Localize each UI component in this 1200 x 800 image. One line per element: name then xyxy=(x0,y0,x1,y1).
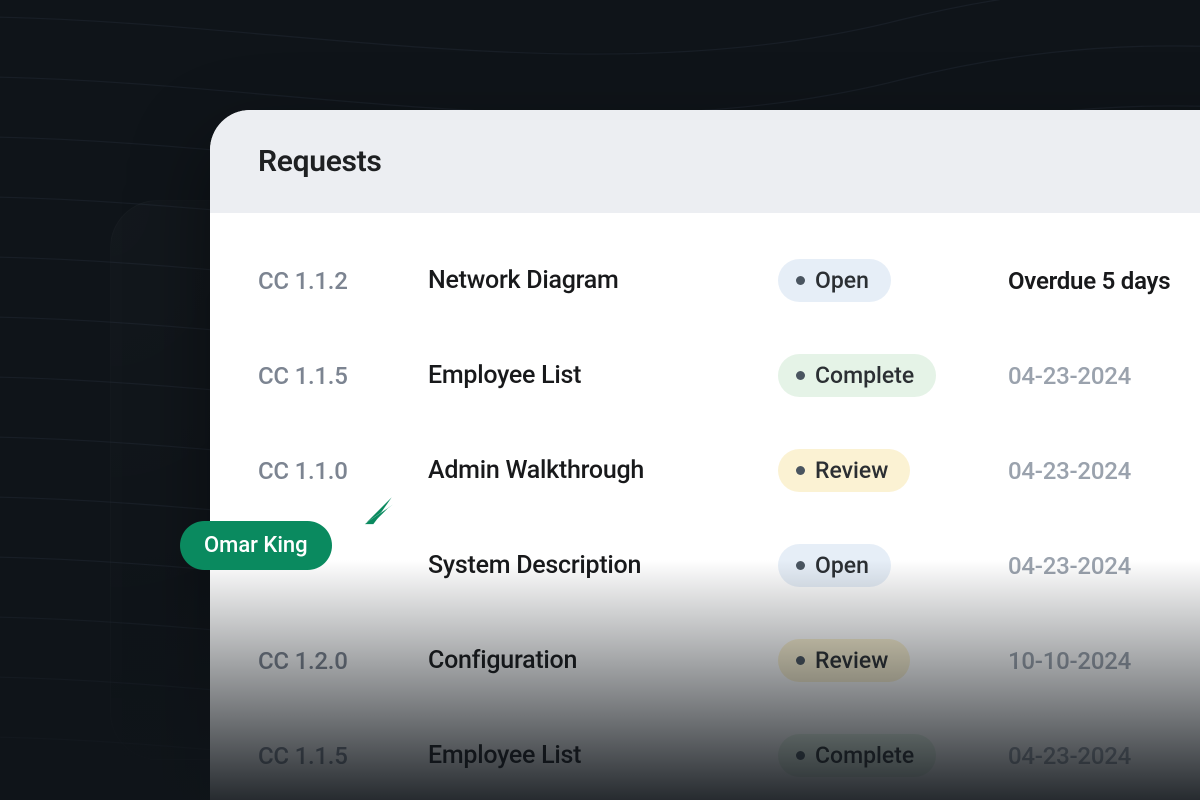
table-row[interactable]: System Description Open 04-23-2024 xyxy=(210,518,1200,613)
date-label: 04-23-2024 xyxy=(1008,742,1200,770)
status-badge: Review xyxy=(778,449,910,492)
collaborator-cursor: Omar King xyxy=(180,493,332,570)
cursor-arrow-icon xyxy=(362,493,396,527)
request-title: Admin Walkthrough xyxy=(428,456,768,485)
table-row[interactable]: CC 1.1.0 Admin Walkthrough Review 04-23-202… xyxy=(210,423,1200,518)
request-code: CC 1.1.5 xyxy=(258,742,418,770)
request-title: Configuration xyxy=(428,646,768,675)
status-dot-icon xyxy=(796,561,805,570)
request-title: System Description xyxy=(428,551,768,580)
request-code: CC 1.2.0 xyxy=(258,647,418,675)
status-label: Open xyxy=(815,267,869,294)
status-dot-icon xyxy=(796,466,805,475)
status-label: Review xyxy=(815,457,888,484)
page-title: Requests xyxy=(258,144,1200,179)
status-badge: Complete xyxy=(778,734,936,777)
status-dot-icon xyxy=(796,751,805,760)
table-row[interactable]: CC 1.1.5 Employee List Complete 04-23-2024 xyxy=(210,708,1200,800)
status-label: Complete xyxy=(815,742,914,769)
date-label: 04-23-2024 xyxy=(1008,457,1200,485)
requests-card: Requests CC 1.1.2 Network Diagram Open Over… xyxy=(210,110,1200,800)
status-badge: Review xyxy=(778,639,910,682)
date-label: 04-23-2024 xyxy=(1008,552,1200,580)
overdue-label: Overdue 5 days xyxy=(1008,267,1200,295)
table-row[interactable]: CC 1.1.5 Employee List Complete 04-23-2024 xyxy=(210,328,1200,423)
request-title: Network Diagram xyxy=(428,266,768,295)
status-label: Open xyxy=(815,552,869,579)
request-code: CC 1.1.0 xyxy=(258,457,418,485)
status-badge: Open xyxy=(778,259,891,302)
table-row[interactable]: CC 1.2.0 Configuration Review 10-10-2024 xyxy=(210,613,1200,708)
request-code: CC 1.1.5 xyxy=(258,362,418,390)
collaborator-name-badge: Omar King xyxy=(180,521,332,570)
status-label: Complete xyxy=(815,362,914,389)
request-title: Employee List xyxy=(428,741,768,770)
status-dot-icon xyxy=(796,276,805,285)
status-dot-icon xyxy=(796,371,805,380)
date-label: 04-23-2024 xyxy=(1008,362,1200,390)
date-label: 10-10-2024 xyxy=(1008,647,1200,675)
status-dot-icon xyxy=(796,656,805,665)
card-header: Requests xyxy=(210,110,1200,213)
request-code: CC 1.1.2 xyxy=(258,267,418,295)
status-badge: Open xyxy=(778,544,891,587)
request-title: Employee List xyxy=(428,361,768,390)
table-row[interactable]: CC 1.1.2 Network Diagram Open Overdue 5 day… xyxy=(210,233,1200,328)
status-label: Review xyxy=(815,647,888,674)
status-badge: Complete xyxy=(778,354,936,397)
requests-list: CC 1.1.2 Network Diagram Open Overdue 5 day… xyxy=(210,213,1200,800)
